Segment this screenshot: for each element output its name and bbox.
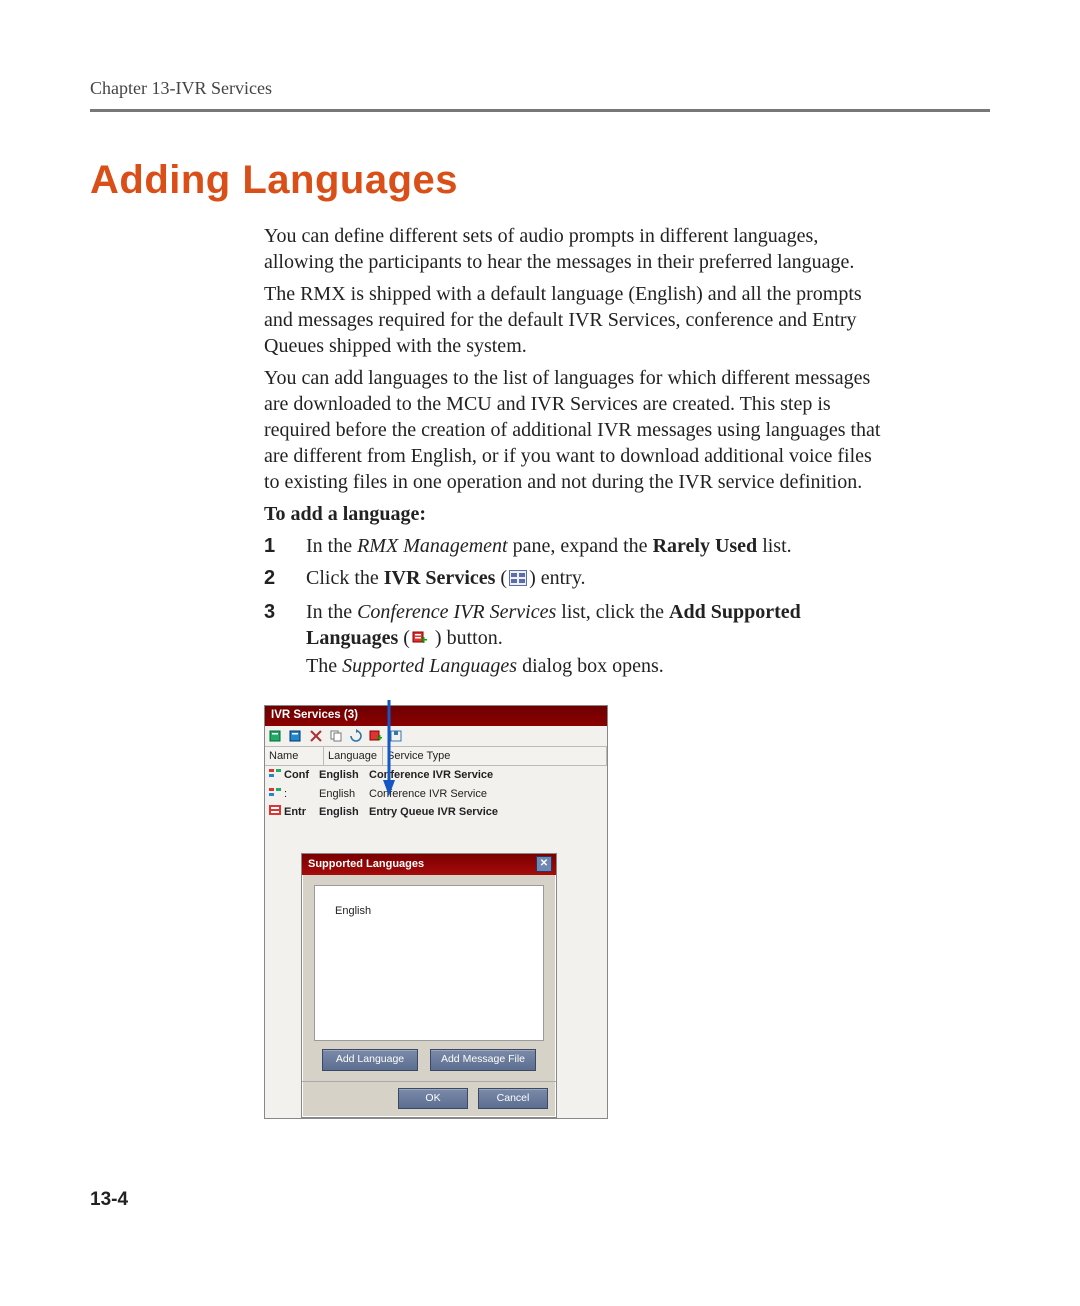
add-languages-toolbar-icon[interactable] [369, 729, 383, 743]
step-text: In the RMX Management pane, expand the R… [306, 533, 792, 559]
page-number: 13-4 [90, 1189, 990, 1211]
step-item: 2 Click the IVR Services ( ) entry. [264, 565, 884, 593]
delete-icon[interactable] [309, 729, 323, 743]
dialog-title: Supported Languages [308, 857, 424, 871]
table-row[interactable]: Entr English Entry Queue IVR Service [265, 803, 607, 821]
add-language-button[interactable]: Add Language [322, 1049, 418, 1071]
ok-button[interactable]: OK [398, 1088, 468, 1110]
conf-row-icon [269, 768, 281, 782]
step-text: Click the IVR Services ( ) entry. [306, 565, 586, 593]
add-languages-icon [412, 627, 428, 653]
close-icon[interactable]: ✕ [536, 856, 552, 872]
table-header: Name Language Service Type [265, 747, 607, 766]
step-text: In the Conference IVR Services list, cli… [306, 599, 884, 679]
cancel-button[interactable]: Cancel [478, 1088, 548, 1110]
step-item: 1 In the RMX Management pane, expand the… [264, 533, 884, 559]
copy-icon[interactable] [329, 729, 343, 743]
procedure-heading: To add a language: [264, 501, 884, 527]
panel-toolbar [265, 726, 607, 747]
supported-languages-dialog: Supported Languages ✕ English Add Langua… [301, 853, 557, 1118]
paragraph: The RMX is shipped with a default langua… [264, 281, 884, 359]
conf-row-icon [269, 787, 281, 801]
table-row[interactable]: Conf English Conference IVR Service [265, 766, 607, 784]
panel-title: IVR Services (3) [265, 706, 607, 726]
step-list: 1 In the RMX Management pane, expand the… [264, 533, 884, 679]
ivr-services-panel: IVR Services (3) Name Language Service T… [264, 705, 608, 1119]
col-language[interactable]: Language [324, 747, 383, 765]
entry-row-icon [269, 805, 281, 819]
col-name[interactable]: Name [265, 747, 324, 765]
paragraph: You can add languages to the list of lan… [264, 365, 884, 495]
new-eq-ivr-icon[interactable] [289, 729, 303, 743]
ivr-services-icon [509, 567, 527, 593]
dialog-titlebar: Supported Languages ✕ [302, 854, 556, 875]
paragraph: You can define different sets of audio p… [264, 223, 884, 275]
running-head: Chapter 13-IVR Services [90, 78, 990, 112]
step-number: 3 [264, 599, 306, 679]
refresh-icon[interactable] [349, 729, 363, 743]
step-number: 2 [264, 565, 306, 593]
list-item[interactable]: English [321, 890, 537, 918]
page-title: Adding Languages [90, 158, 990, 203]
step-number: 1 [264, 533, 306, 559]
languages-list[interactable]: English [314, 885, 544, 1041]
page: Chapter 13-IVR Services Adding Languages… [0, 0, 1080, 1271]
step-item: 3 In the Conference IVR Services list, c… [264, 599, 884, 679]
table-row[interactable]: : English Conference IVR Service [265, 785, 607, 803]
figure: IVR Services (3) Name Language Service T… [264, 705, 884, 1119]
replace-files-icon[interactable] [389, 729, 403, 743]
add-message-file-button[interactable]: Add Message File [430, 1049, 536, 1071]
col-service-type[interactable]: Service Type [383, 747, 607, 765]
new-conf-ivr-icon[interactable] [269, 729, 283, 743]
body-text: You can define different sets of audio p… [264, 223, 884, 1119]
